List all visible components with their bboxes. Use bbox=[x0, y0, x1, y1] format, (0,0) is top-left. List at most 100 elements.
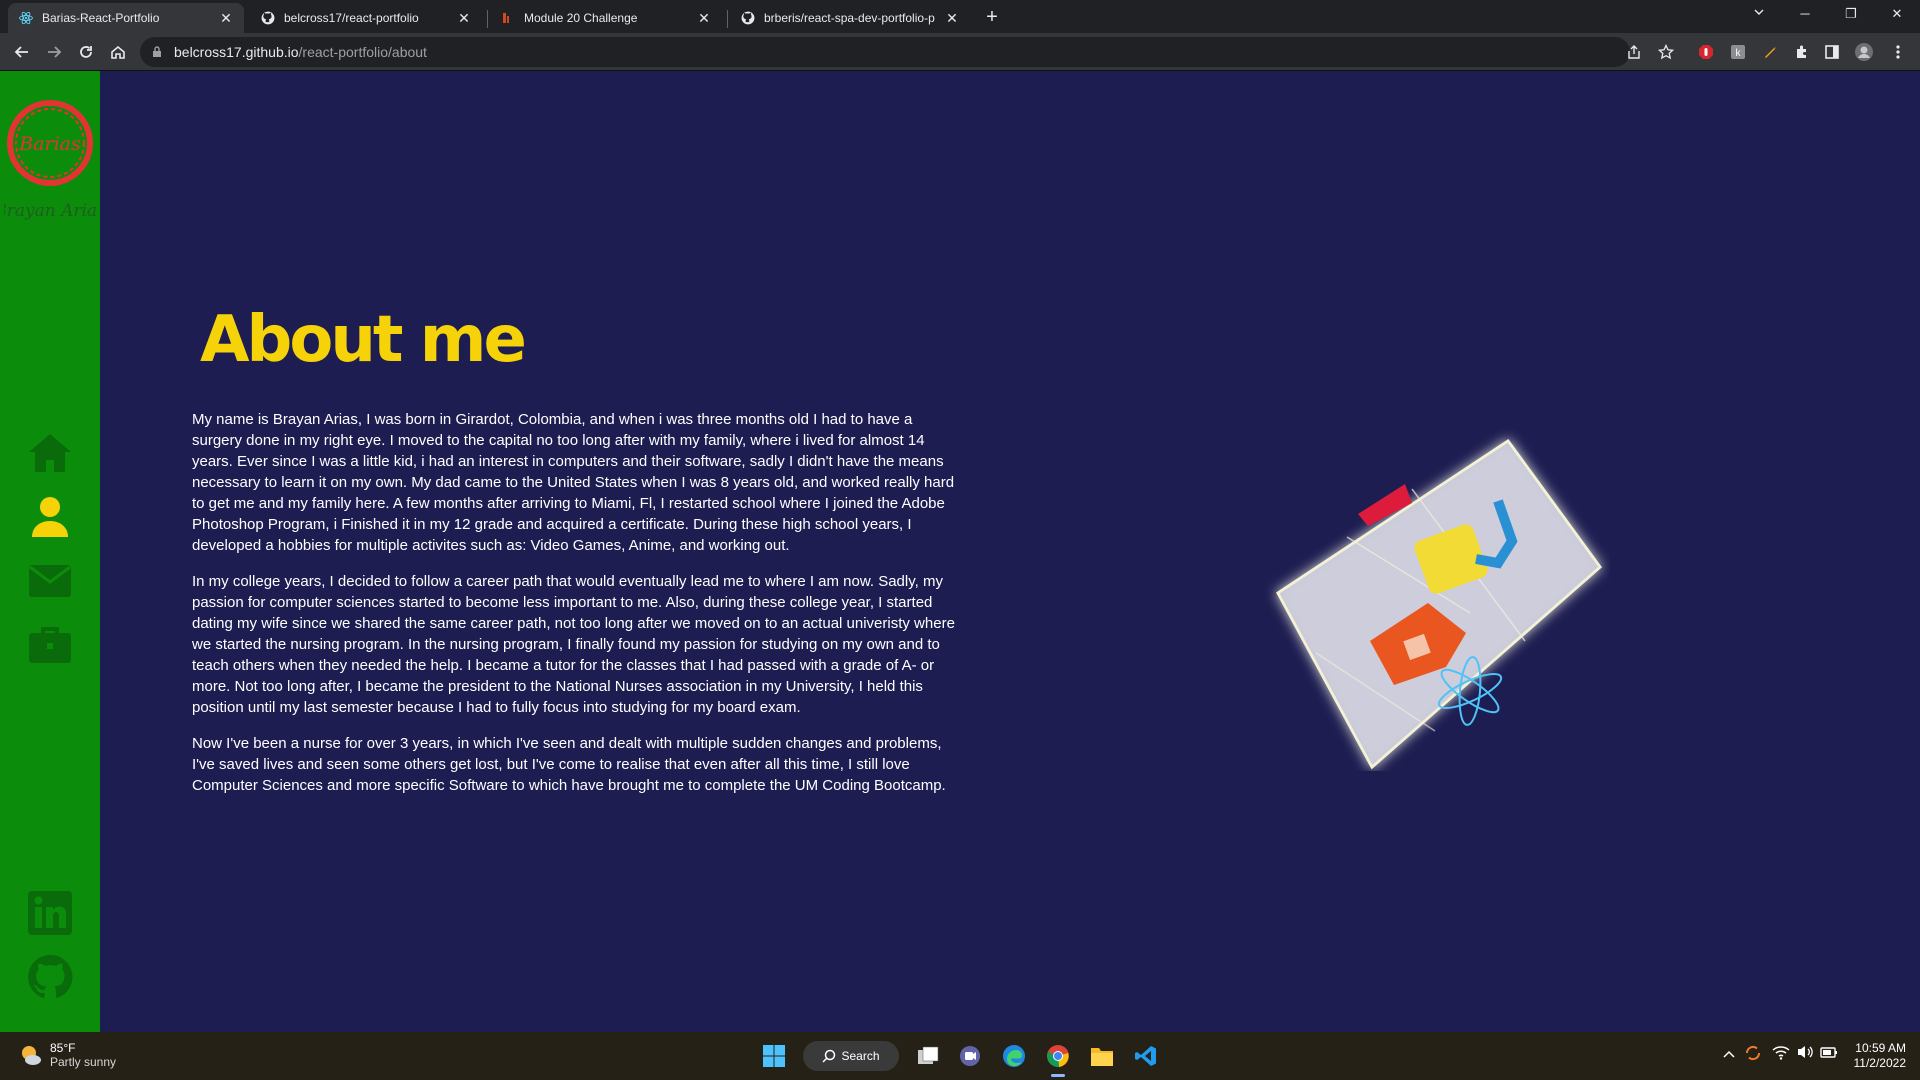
weather-widget[interactable]: 85°F Partly sunny bbox=[18, 1041, 116, 1069]
tab-search-button[interactable] bbox=[1736, 0, 1782, 30]
tab-barias-react-portfolio[interactable]: Barias-React-Portfolio ✕ bbox=[8, 3, 244, 33]
clock-time: 10:59 AM bbox=[1855, 1041, 1906, 1055]
browser-tab-strip: Barias-React-Portfolio ✕ belcross17/reac… bbox=[0, 0, 1920, 33]
task-view-button[interactable] bbox=[912, 1040, 944, 1072]
close-window-button[interactable]: ✕ bbox=[1874, 0, 1920, 30]
vscode-icon bbox=[1135, 1046, 1156, 1066]
edge-button[interactable] bbox=[998, 1040, 1030, 1072]
k-extension-icon: k bbox=[1731, 45, 1745, 59]
windows-icon bbox=[763, 1045, 785, 1067]
edge-icon bbox=[1003, 1045, 1025, 1067]
teams-chat-button[interactable] bbox=[954, 1040, 986, 1072]
home-icon bbox=[111, 45, 125, 59]
nav-home[interactable] bbox=[26, 429, 74, 477]
chevron-down-icon bbox=[1754, 9, 1764, 15]
task-view-icon bbox=[918, 1046, 939, 1064]
close-tab-icon[interactable]: ✕ bbox=[218, 10, 234, 27]
tab-brberis-react-spa[interactable]: brberis/react-spa-dev-portfolio-p ✕ bbox=[730, 3, 970, 33]
arrow-right-icon bbox=[48, 46, 62, 58]
weather-condition: Partly sunny bbox=[50, 1055, 117, 1069]
more-vertical-icon bbox=[1896, 45, 1900, 59]
clock-date: 11/2/2022 bbox=[1853, 1056, 1907, 1070]
puzzle-icon bbox=[1797, 45, 1806, 58]
minimize-button[interactable]: ─ bbox=[1782, 0, 1828, 30]
start-button[interactable] bbox=[758, 1040, 790, 1072]
address-bar[interactable]: belcross17.github.io/react-portfolio/abo… bbox=[140, 37, 1630, 67]
react-icon bbox=[18, 10, 34, 26]
chrome-icon bbox=[1047, 1045, 1069, 1068]
bookmark-button[interactable] bbox=[1656, 42, 1676, 62]
tab-title: brberis/react-spa-dev-portfolio-p bbox=[764, 11, 935, 25]
share-button[interactable] bbox=[1624, 42, 1644, 62]
tab-title: Module 20 Challenge bbox=[524, 11, 638, 25]
github-icon bbox=[28, 954, 73, 998]
tech-cube-graphic bbox=[1260, 391, 1610, 771]
logo[interactable]: Barias Brayan Arias bbox=[0, 83, 106, 223]
star-icon bbox=[1658, 44, 1674, 60]
forward-button[interactable] bbox=[40, 38, 68, 66]
taskbar-search[interactable]: Search bbox=[803, 1041, 899, 1071]
side-panel-icon bbox=[1825, 45, 1839, 59]
share-icon bbox=[1628, 45, 1640, 59]
home-button[interactable] bbox=[104, 38, 132, 66]
search-icon bbox=[822, 1049, 836, 1063]
vscode-button[interactable] bbox=[1130, 1040, 1162, 1072]
about-paragraph: In my college years, I decided to follow… bbox=[192, 573, 955, 716]
close-tab-icon[interactable]: ✕ bbox=[456, 10, 472, 27]
lock-icon bbox=[153, 46, 161, 57]
logo-signature: Brayan Arias bbox=[4, 201, 96, 221]
active-app-indicator bbox=[1051, 1074, 1065, 1077]
restore-button[interactable]: ❐ bbox=[1828, 0, 1874, 30]
volume-tray-button[interactable] bbox=[1796, 1044, 1814, 1063]
about-paragraph: Now I've been a nurse for over 3 years, … bbox=[192, 735, 946, 794]
pen-icon bbox=[1765, 47, 1776, 58]
stop-hand-icon bbox=[1699, 45, 1713, 59]
side-panel-button[interactable] bbox=[1822, 42, 1842, 62]
sync-icon bbox=[1745, 1045, 1761, 1061]
close-tab-icon[interactable]: ✕ bbox=[696, 10, 712, 27]
tab-title: belcross17/react-portfolio bbox=[284, 11, 419, 25]
canvas-icon bbox=[500, 10, 516, 26]
file-explorer-button[interactable] bbox=[1086, 1040, 1118, 1072]
browser-menu-button[interactable] bbox=[1888, 42, 1908, 62]
github-icon bbox=[260, 10, 276, 26]
nav-contact[interactable] bbox=[26, 557, 74, 605]
tab-github-react-portfolio[interactable]: belcross17/react-portfolio ✕ bbox=[250, 3, 482, 33]
close-tab-icon[interactable]: ✕ bbox=[944, 10, 960, 27]
nav-about[interactable] bbox=[26, 493, 74, 541]
taskbar-clock[interactable]: 10:59 AM 11/2/2022 bbox=[1836, 1041, 1907, 1071]
nav-portfolio[interactable] bbox=[26, 621, 74, 669]
url-host: belcross17.github.io bbox=[174, 44, 299, 60]
url-path: /react-portfolio/about bbox=[298, 44, 427, 60]
github-icon bbox=[740, 10, 756, 26]
extensions-button[interactable] bbox=[1792, 42, 1812, 62]
home-icon bbox=[29, 434, 71, 472]
folder-icon bbox=[1091, 1048, 1113, 1066]
user-icon bbox=[32, 497, 68, 537]
sync-tray-button[interactable] bbox=[1744, 1044, 1762, 1065]
color-picker-extension[interactable] bbox=[1760, 42, 1780, 62]
windows-taskbar: 85°F Partly sunny Search 10:59 AM 11/2/2… bbox=[0, 1032, 1920, 1080]
adblock-extension[interactable] bbox=[1696, 42, 1716, 62]
back-button[interactable] bbox=[8, 38, 36, 66]
linkedin-link[interactable] bbox=[26, 889, 74, 937]
chat-icon bbox=[960, 1046, 980, 1066]
chevron-up-icon bbox=[1723, 1050, 1735, 1058]
profile-button[interactable] bbox=[1854, 42, 1874, 62]
wifi-icon bbox=[1772, 1046, 1790, 1060]
reload-button[interactable] bbox=[72, 38, 100, 66]
linkedin-icon bbox=[28, 891, 72, 935]
wifi-tray-button[interactable] bbox=[1772, 1044, 1790, 1063]
avatar-icon bbox=[1855, 43, 1873, 61]
page-title: About me bbox=[200, 303, 527, 377]
tab-module-20-challenge[interactable]: Module 20 Challenge ✕ bbox=[490, 3, 722, 33]
weather-temp: 85°F bbox=[50, 1041, 76, 1055]
show-hidden-icons-button[interactable] bbox=[1722, 1046, 1736, 1062]
sidebar-nav: Barias Brayan Arias bbox=[0, 71, 106, 1032]
chrome-button[interactable] bbox=[1042, 1040, 1074, 1072]
partly-sunny-icon bbox=[22, 1046, 41, 1065]
github-link[interactable] bbox=[26, 953, 74, 1001]
browser-toolbar: belcross17.github.io/react-portfolio/abo… bbox=[0, 33, 1920, 71]
extension-k[interactable]: k bbox=[1728, 42, 1748, 62]
new-tab-button[interactable]: + bbox=[978, 4, 1006, 30]
